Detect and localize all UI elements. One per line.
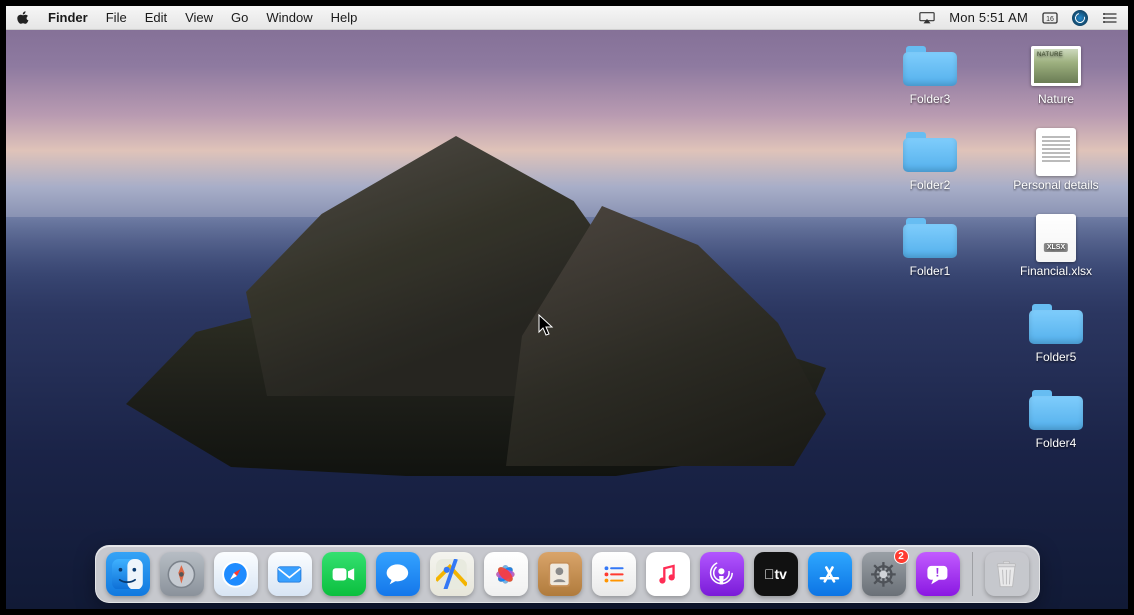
svg-text:16: 16 [1046, 16, 1054, 23]
dock-app-appstore[interactable] [808, 552, 852, 596]
dock-app-maps[interactable] [430, 552, 474, 596]
menu-window[interactable]: Window [266, 10, 312, 25]
dock-app-launchpad[interactable] [160, 552, 204, 596]
folder-icon [1029, 304, 1083, 344]
desktop-item-personal-details[interactable]: Personal details [996, 130, 1116, 216]
apple-menu-icon[interactable] [16, 11, 30, 25]
desktop-item-label: Folder2 [910, 178, 951, 192]
menu-view[interactable]: View [185, 10, 213, 25]
desktop-item-nature[interactable]: Nature [996, 44, 1116, 130]
desktop-item-label: Personal details [1013, 178, 1098, 192]
siri-icon[interactable] [1072, 10, 1088, 26]
airplay-icon[interactable] [919, 11, 935, 25]
menu-bar: Finder File Edit View Go Window Help Mon… [6, 6, 1128, 30]
desktop-item-folder4[interactable]: Folder4 [996, 388, 1116, 474]
dock-separator [972, 552, 973, 596]
control-strip-icon[interactable]: 16 [1042, 11, 1058, 25]
folder-icon [903, 218, 957, 258]
folder-icon [1029, 390, 1083, 430]
svg-text:!: ! [935, 565, 939, 579]
desktop-item-financial-xlsx[interactable]: XLSX Financial.xlsx [996, 216, 1116, 302]
dock-app-music[interactable] [646, 552, 690, 596]
menu-bar-clock[interactable]: Mon 5:51 AM [949, 10, 1028, 25]
folder-icon [903, 132, 957, 172]
dock-app-photos[interactable] [484, 552, 528, 596]
spreadsheet-file-icon: XLSX [1036, 214, 1076, 262]
desktop-icons-area: Folder3 Nature Folder2 Personal details … [870, 44, 1116, 474]
menu-help[interactable]: Help [331, 10, 358, 25]
dock-app-safari[interactable] [214, 552, 258, 596]
dock-app-podcasts[interactable] [700, 552, 744, 596]
menu-edit[interactable]: Edit [145, 10, 167, 25]
app-menu[interactable]: Finder [48, 10, 88, 25]
dock-app-finder[interactable] [106, 552, 150, 596]
desktop-item-folder3[interactable]: Folder3 [870, 44, 990, 130]
desktop-item-label: Folder3 [910, 92, 951, 106]
folder-icon [903, 46, 957, 86]
dock-app-contacts[interactable] [538, 552, 582, 596]
dock-app-facetime[interactable] [322, 552, 366, 596]
desktop-item-label: Folder5 [1036, 350, 1077, 364]
desktop-item-label: Folder4 [1036, 436, 1077, 450]
menu-file[interactable]: File [106, 10, 127, 25]
desktop-screen: Finder File Edit View Go Window Help Mon… [6, 6, 1128, 609]
dock: tv 2 ! [95, 545, 1040, 603]
dock-app-messages[interactable] [376, 552, 420, 596]
dock-app-system-preferences[interactable]: 2 [862, 552, 906, 596]
notification-center-icon[interactable] [1102, 11, 1118, 25]
dock-app-tv[interactable]: tv [754, 552, 798, 596]
desktop-item-label: Folder1 [910, 264, 951, 278]
image-file-icon [1031, 46, 1081, 86]
dock-app-mail[interactable] [268, 552, 312, 596]
desktop-item-folder1[interactable]: Folder1 [870, 216, 990, 302]
dock-app-feedback[interactable]: ! [916, 552, 960, 596]
desktop-item-folder2[interactable]: Folder2 [870, 130, 990, 216]
desktop-item-folder5[interactable]: Folder5 [996, 302, 1116, 388]
desktop-item-label: Financial.xlsx [1020, 264, 1092, 278]
text-document-icon [1036, 128, 1076, 176]
desktop-item-label: Nature [1038, 92, 1074, 106]
update-badge: 2 [894, 549, 909, 564]
dock-app-reminders[interactable] [592, 552, 636, 596]
dock-trash[interactable] [985, 552, 1029, 596]
menu-go[interactable]: Go [231, 10, 248, 25]
